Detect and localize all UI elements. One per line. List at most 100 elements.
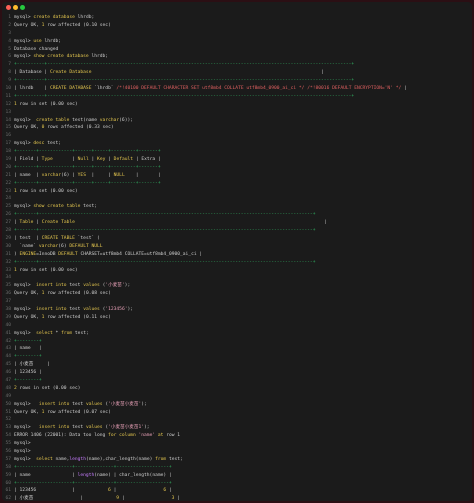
line-number: 48 bbox=[5, 385, 11, 391]
code-token: | | bbox=[85, 172, 114, 178]
code-token: `lhrdb` bbox=[91, 86, 117, 92]
code-token: test bbox=[69, 401, 86, 407]
code-token: lhrdb; bbox=[41, 38, 62, 44]
code-token: Query OK, bbox=[14, 22, 42, 28]
code-token: for column bbox=[108, 433, 136, 439]
code-token: from bbox=[155, 456, 167, 462]
code-token: 'name' bbox=[138, 433, 156, 439]
code-token: (name) | char_length(name) | bbox=[94, 472, 172, 478]
code-token: create database bbox=[33, 15, 75, 20]
code-token: | name | bbox=[14, 472, 78, 478]
code-line: 21 | name | varchar (6) | YES | | NULL | | bbox=[2, 172, 472, 180]
code-token: +-------+-------------------------------… bbox=[14, 259, 316, 265]
line-number: 49 bbox=[5, 393, 11, 399]
code-token: mysql> bbox=[14, 306, 37, 312]
code-token: Key bbox=[97, 157, 106, 163]
line-number: 53 bbox=[5, 425, 11, 431]
code-line: 5 Database changed bbox=[2, 46, 472, 54]
code-token: test; bbox=[72, 330, 89, 336]
minimize-window-button[interactable] bbox=[13, 5, 18, 10]
code-token: NULL bbox=[113, 172, 125, 178]
code-token: desc bbox=[33, 141, 45, 147]
code-token: row in set (0.00 sec) bbox=[16, 267, 78, 273]
code-line: 8 | Database | Create Database | bbox=[2, 69, 472, 77]
code-token: test(name bbox=[69, 117, 100, 123]
code-token: create table bbox=[36, 117, 70, 123]
code-line: 45 | 小麦苗 | bbox=[2, 361, 472, 369]
code-line: 55 mysql> bbox=[2, 440, 472, 448]
code-token: Create Table bbox=[41, 220, 75, 226]
code-token: row 1 bbox=[163, 433, 181, 439]
code-token: row affected (0.08 sec) bbox=[44, 291, 111, 297]
maximize-window-button[interactable] bbox=[20, 5, 25, 10]
code-line: 12 1 row in set (0.00 sec) bbox=[2, 101, 472, 109]
code-token: length bbox=[77, 472, 95, 478]
code-line: 27 | Table | Create Table | bbox=[2, 219, 472, 227]
code-token: | bbox=[105, 157, 114, 163]
code-token: (6) bbox=[58, 243, 70, 249]
code-line: 34 bbox=[2, 274, 472, 282]
code-token: mysql> bbox=[14, 141, 34, 147]
code-line: 61 | 123456 | 6 | 6 | bbox=[2, 487, 472, 495]
line-number: 55 bbox=[5, 441, 11, 447]
code-line: 10 | lhrdb | CREATE DATABASE `lhrdb` /*!4… bbox=[2, 85, 472, 93]
line-number: 20 bbox=[5, 164, 11, 170]
code-line: 47 +--------+ bbox=[2, 377, 472, 385]
code-token: insert into bbox=[36, 283, 67, 289]
code-token: +-------+-------------------------------… bbox=[14, 228, 316, 234]
code-token: | bbox=[88, 157, 98, 163]
code-line: 3 bbox=[2, 30, 472, 38]
close-window-button[interactable] bbox=[6, 5, 11, 10]
code-token: values bbox=[85, 401, 103, 407]
code-line: 26 +-------+-----------------------------… bbox=[2, 211, 472, 219]
line-number: 46 bbox=[5, 370, 11, 376]
code-token: | name | bbox=[14, 346, 42, 352]
code-token: use bbox=[33, 38, 42, 44]
code-token: +-------+-------------------------------… bbox=[14, 212, 316, 218]
code-token: Null bbox=[77, 157, 89, 163]
code-token: /*!40100 DEFAULT CHARACTER SET utf8mb4 C… bbox=[116, 86, 402, 92]
code-token: '小麦苗小麦苗1' bbox=[108, 425, 144, 431]
code-line: 9 +----------+---------------------------… bbox=[2, 77, 472, 85]
code-line: 1 mysql> create database lhrdb; bbox=[2, 14, 472, 22]
code-line: 30 `name` varchar (6) DEFAULT NULL bbox=[2, 243, 472, 251]
code-token: mysql> bbox=[14, 204, 34, 210]
code-block[interactable]: 1 mysql> create database lhrdb; 2 Query OK,… bbox=[2, 14, 472, 501]
code-token: CREATE DATABASE bbox=[49, 86, 92, 92]
code-token: mysql> bbox=[14, 425, 39, 431]
title-bar bbox=[2, 2, 472, 14]
code-token: row affected (0.07 sec) bbox=[44, 409, 111, 415]
code-token: values bbox=[83, 306, 100, 312]
line-number: 60 bbox=[5, 480, 11, 486]
code-token: ); bbox=[124, 283, 131, 289]
code-line: 41 mysql> select * from test; bbox=[2, 330, 472, 338]
code-token: varchar bbox=[41, 172, 62, 178]
code-token: mysql> bbox=[14, 330, 37, 336]
code-line: 11 +----------+--------------------------… bbox=[2, 93, 472, 101]
code-line: 54 ERROR 1406 (22001): Data too long for … bbox=[2, 432, 472, 440]
line-number: 1 bbox=[8, 15, 11, 20]
code-token: '小麦苗小麦苗' bbox=[108, 401, 142, 407]
line-number: 2 bbox=[8, 22, 11, 28]
line-number: 41 bbox=[5, 330, 11, 336]
line-number: 3 bbox=[8, 30, 11, 36]
code-token: DEFAULT bbox=[58, 251, 78, 257]
code-token: | Database | bbox=[14, 70, 50, 76]
code-line: 22 +-------+------------+------+-----+---… bbox=[2, 180, 472, 188]
code-token: `name` bbox=[14, 243, 39, 249]
code-token: +----------+----------------------------… bbox=[14, 62, 355, 68]
code-token: | Field | bbox=[14, 157, 42, 163]
line-number: 38 bbox=[5, 306, 11, 312]
code-line: 57 mysql> select name, length (name),char_l… bbox=[2, 456, 472, 464]
line-number: 9 bbox=[8, 78, 11, 84]
code-token: | 123456 | bbox=[14, 370, 42, 376]
code-token: length bbox=[69, 456, 86, 462]
code-token: values bbox=[85, 425, 103, 431]
line-number: 54 bbox=[5, 433, 11, 439]
code-token: | bbox=[52, 157, 78, 163]
code-line: 49 bbox=[2, 393, 472, 401]
line-number: 18 bbox=[5, 149, 11, 155]
code-line: 42 +--------+ bbox=[2, 338, 472, 346]
code-token: insert into bbox=[36, 306, 67, 312]
code-token: insert into bbox=[38, 425, 70, 431]
